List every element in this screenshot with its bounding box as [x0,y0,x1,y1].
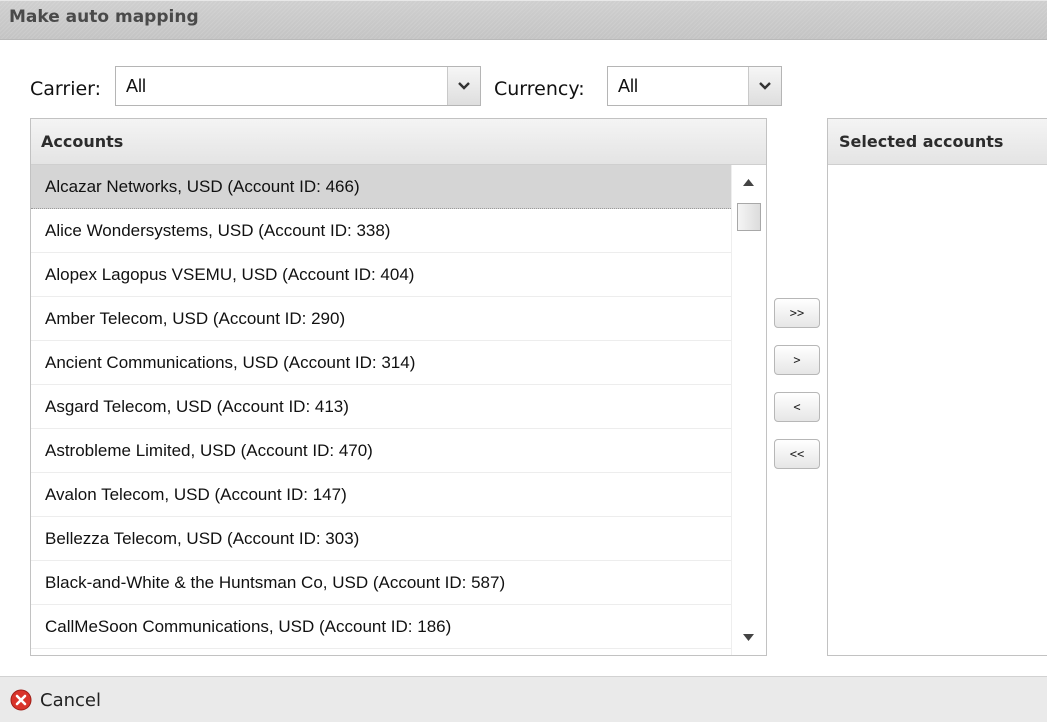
currency-select[interactable]: All [607,66,782,106]
accounts-header-label: Accounts [41,132,124,151]
accounts-list: Alcazar Networks, USD (Account ID: 466) … [31,165,731,649]
account-row[interactable]: Amber Telecom, USD (Account ID: 290) [31,297,731,341]
accounts-scrollbar[interactable] [731,165,766,655]
arrow-up-icon[interactable] [743,179,754,186]
account-row[interactable]: Asgard Telecom, USD (Account ID: 413) [31,385,731,429]
add-selected-button[interactable]: > [774,345,820,375]
cancel-button-label: Cancel [40,689,101,711]
cancel-button[interactable]: Cancel [10,688,101,712]
account-row[interactable]: Astrobleme Limited, USD (Account ID: 470… [31,429,731,473]
account-row[interactable]: Black-and-White & the Huntsman Co, USD (… [31,561,731,605]
accounts-grid-header: Accounts [31,119,766,165]
currency-label: Currency: [494,78,585,100]
chevron-down-icon[interactable] [748,67,781,105]
account-row[interactable]: Alopex Lagopus VSEMU, USD (Account ID: 4… [31,253,731,297]
dialog-title: Make auto mapping [9,7,199,27]
chevron-down-icon[interactable] [447,67,480,105]
arrow-down-icon[interactable] [743,634,754,641]
remove-selected-button[interactable]: < [774,392,820,422]
currency-select-value: All [618,76,639,96]
dialog-title-bar: Make auto mapping [0,0,1047,40]
account-row[interactable]: CallMeSoon Communications, USD (Account … [31,605,731,649]
selected-accounts-header: Selected accounts [828,119,1047,165]
remove-all-button[interactable]: << [774,439,820,469]
carrier-select-value: All [126,76,147,96]
carrier-select[interactable]: All [115,66,481,106]
account-row[interactable]: Alcazar Networks, USD (Account ID: 466) [31,165,731,209]
account-row[interactable]: Ancient Communications, USD (Account ID:… [31,341,731,385]
carrier-label: Carrier: [30,78,102,100]
add-all-button[interactable]: >> [774,298,820,328]
account-row[interactable]: Avalon Telecom, USD (Account ID: 147) [31,473,731,517]
cancel-icon [10,689,32,711]
selected-accounts-header-label: Selected accounts [839,132,1004,151]
scrollbar-thumb[interactable] [737,203,761,231]
account-row[interactable]: Bellezza Telecom, USD (Account ID: 303) [31,517,731,561]
selected-accounts-grid: Selected accounts [827,118,1047,656]
dialog-footer: Cancel [0,676,1047,722]
accounts-grid: Accounts Alcazar Networks, USD (Account … [30,118,767,656]
account-row[interactable]: Alice Wondersystems, USD (Account ID: 33… [31,209,731,253]
